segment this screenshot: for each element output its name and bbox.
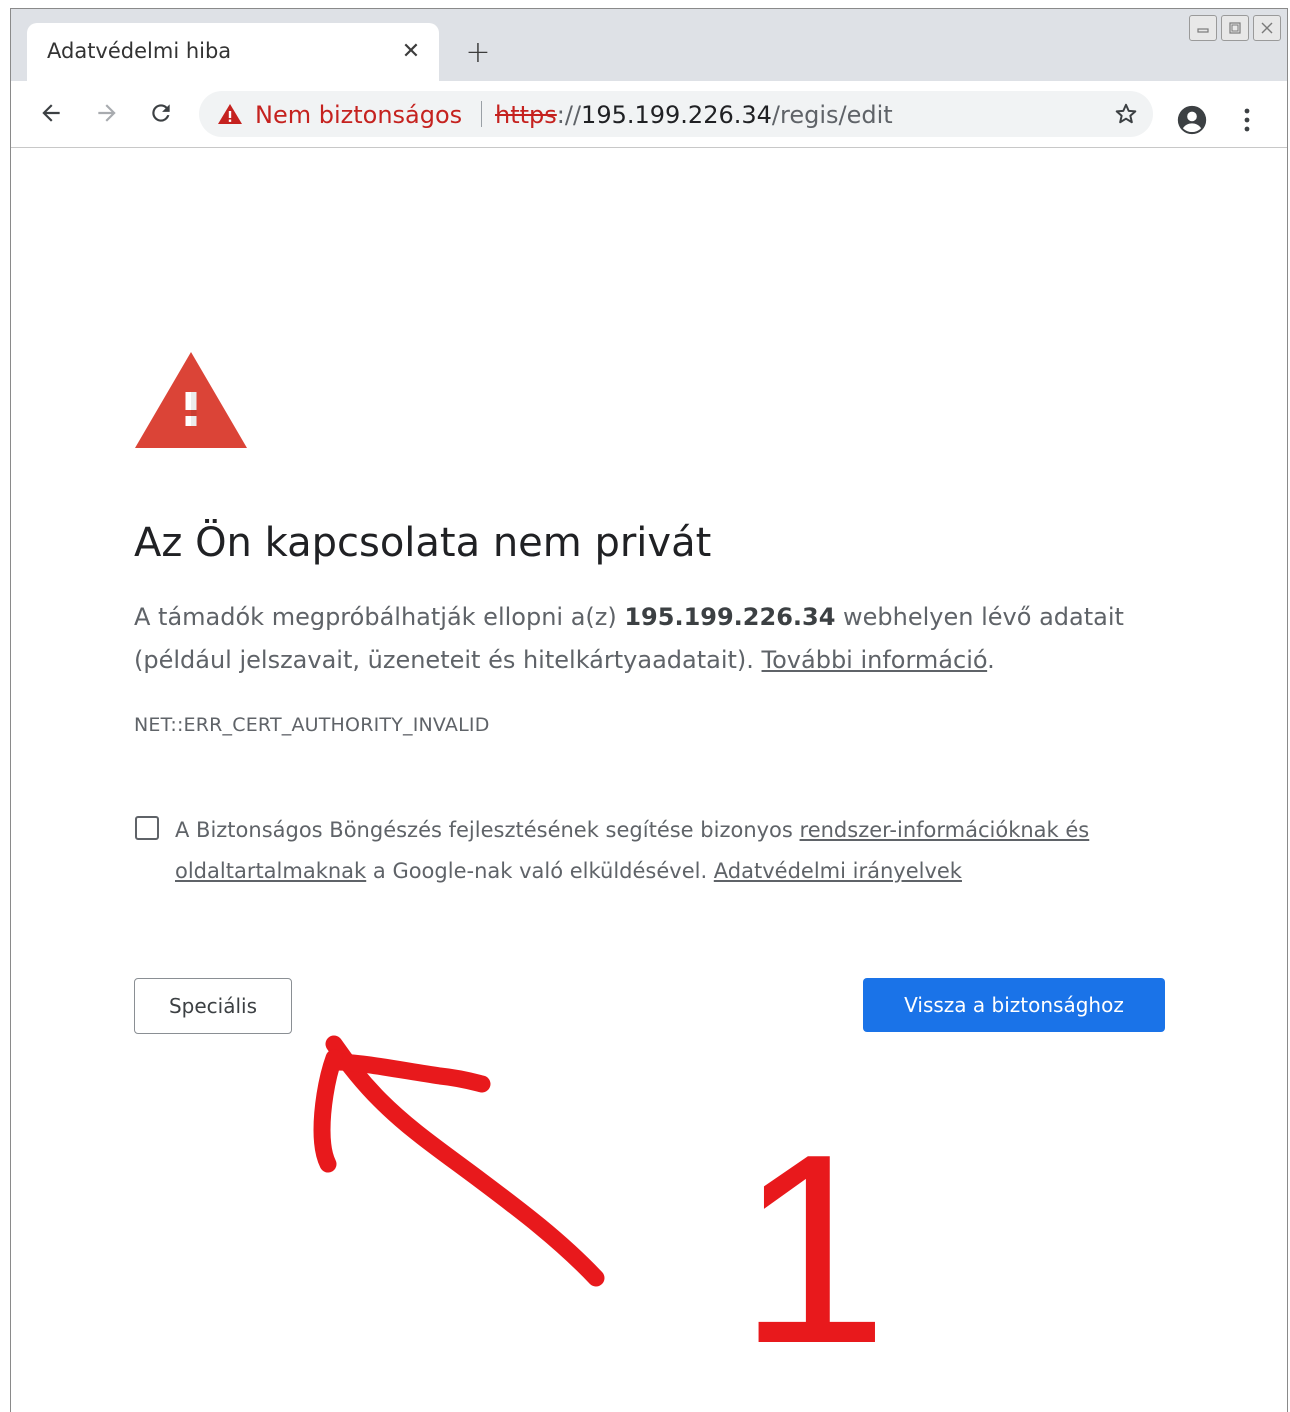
safe-browsing-checkbox[interactable]: [135, 816, 159, 840]
minimize-icon[interactable]: [1189, 15, 1217, 41]
red-warning-triangle-icon: [135, 352, 247, 448]
learn-more-link[interactable]: További információ: [762, 646, 988, 674]
advanced-button[interactable]: Speciális: [134, 978, 292, 1034]
url-host: 195.199.226.34: [581, 101, 772, 129]
url-path: /regis/edit: [771, 101, 893, 129]
browser-window: Adatvédelmi hiba ✕ + Nem biztonságos htt…: [10, 8, 1288, 1412]
tab-strip: Adatvédelmi hiba ✕ +: [11, 9, 1287, 81]
page-title: Az Ön kapcsolata nem privát: [134, 520, 712, 566]
para-text-before: A támadók megpróbálhatják ellopni a(z): [134, 603, 625, 631]
close-window-icon[interactable]: [1253, 15, 1281, 41]
profile-icon[interactable]: [1175, 103, 1209, 137]
browser-toolbar: Nem biztonságos https://195.199.226.34/r…: [11, 81, 1287, 148]
privacy-policy-link[interactable]: Adatvédelmi irányelvek: [714, 859, 962, 883]
checkbox-text-before: A Biztonságos Böngészés fejlesztésének s…: [175, 818, 800, 842]
checkbox-label: A Biztonságos Böngészés fejlesztésének s…: [175, 810, 1175, 892]
active-tab[interactable]: Adatvédelmi hiba ✕: [27, 23, 439, 81]
interstitial-page: Az Ön kapcsolata nem privát A támadók me…: [11, 148, 1287, 1412]
window-controls: [1189, 15, 1281, 41]
bookmark-star-icon[interactable]: [1113, 101, 1139, 127]
tab-title: Adatvédelmi hiba: [47, 39, 232, 63]
reload-icon[interactable]: [143, 95, 179, 131]
explanation-paragraph: A támadók megpróbálhatják ellopni a(z) 1…: [134, 596, 1214, 682]
checkbox-text-after: a Google-nak való elküldésével.: [366, 859, 714, 883]
back-arrow-icon[interactable]: [33, 95, 69, 131]
more-menu-icon[interactable]: [1235, 103, 1259, 137]
maximize-icon[interactable]: [1221, 15, 1249, 41]
address-divider: [481, 101, 482, 127]
url-text[interactable]: https://195.199.226.34/regis/edit: [495, 101, 893, 129]
error-code[interactable]: NET::ERR_CERT_AUTHORITY_INVALID: [134, 714, 490, 736]
new-tab-button[interactable]: +: [463, 35, 493, 70]
address-bar[interactable]: Nem biztonságos https://195.199.226.34/r…: [199, 91, 1153, 137]
url-scheme: https: [495, 101, 557, 129]
para-hostname: 195.199.226.34: [624, 603, 836, 631]
not-secure-label[interactable]: Nem biztonságos: [255, 101, 462, 129]
warning-icon: [218, 104, 242, 124]
url-separator: ://: [556, 101, 582, 129]
close-tab-icon[interactable]: ✕: [397, 37, 425, 65]
forward-arrow-icon[interactable]: [89, 95, 125, 131]
para-period: .: [987, 646, 995, 674]
back-to-safety-button[interactable]: Vissza a biztonsághoz: [863, 978, 1165, 1032]
